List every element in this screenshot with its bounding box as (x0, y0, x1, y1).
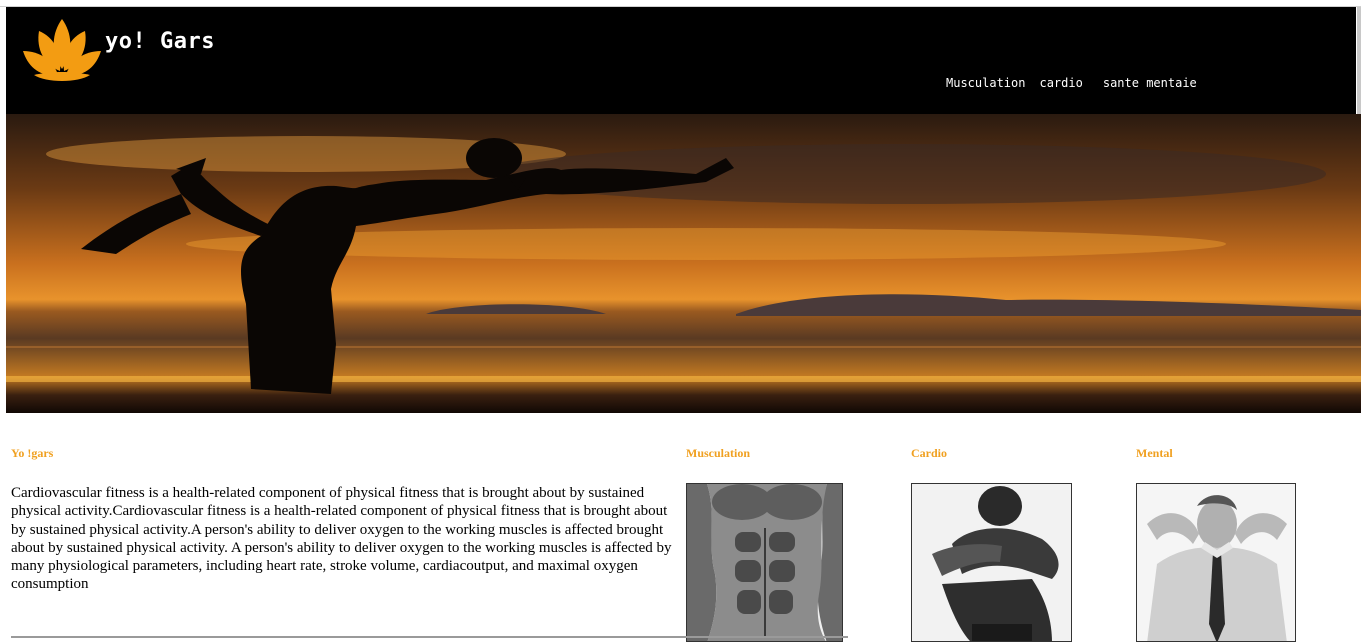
content-divider (11, 636, 848, 638)
nav-link-sante-mentale[interactable]: sante mentaie (1103, 76, 1197, 90)
nav-link-musculation[interactable]: Musculation (946, 76, 1025, 90)
site-header: yo! Gars Musculation cardio sante mentai… (6, 7, 1356, 114)
hero-banner (6, 114, 1361, 413)
intro-paragraph: Cardiovascular fitness is a health-relat… (11, 485, 672, 593)
lotus-icon[interactable] (22, 17, 102, 83)
browser-top-edge (0, 0, 1361, 7)
cardio-heading: Cardio (911, 446, 947, 460)
nav-link-cardio[interactable]: cardio (1039, 76, 1082, 90)
intro-heading: Yo !gars (11, 446, 54, 460)
tired-athlete-photo (911, 483, 1072, 642)
hero-image (6, 114, 1361, 413)
abs-torso-photo (686, 483, 843, 642)
relaxed-man-photo (1136, 483, 1296, 642)
mental-heading: Mental (1136, 446, 1173, 460)
main-nav: Musculation cardio sante mentaie (946, 76, 1211, 90)
site-title[interactable]: yo! Gars (105, 29, 215, 54)
musculation-heading: Musculation (686, 446, 751, 460)
